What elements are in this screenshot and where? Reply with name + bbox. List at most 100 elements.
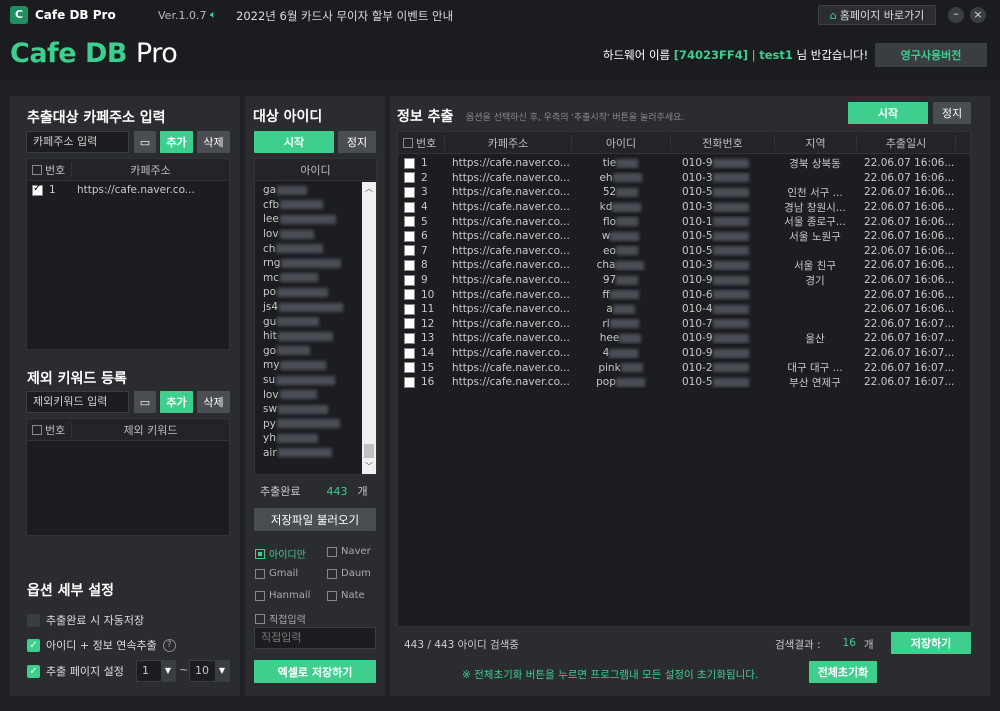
table-row[interactable]: 9 https://cafe.naver.co... 97 010-9 경기 22.06.… xyxy=(398,273,970,288)
cafe-delete-button[interactable]: 삭제 xyxy=(197,131,230,153)
id-scrollbar[interactable]: ︿ ﹀ xyxy=(362,182,376,474)
list-item[interactable]: mc xyxy=(263,271,376,286)
save-button[interactable]: 저장하기 xyxy=(891,632,971,654)
list-item[interactable]: cfb xyxy=(263,198,376,213)
list-item[interactable]: gu xyxy=(263,314,376,329)
radio-id-only-box[interactable] xyxy=(255,548,265,559)
list-item[interactable]: rng xyxy=(263,256,376,271)
list-item[interactable]: lov xyxy=(263,227,376,242)
close-icon[interactable]: × xyxy=(970,7,986,23)
option-page-range[interactable]: ✓ 추출 페이지 설정 xyxy=(27,663,124,679)
radio-naver[interactable]: Naver xyxy=(327,546,371,557)
autosave-checkbox[interactable] xyxy=(27,613,40,627)
license-badge[interactable]: 영구사용버전 xyxy=(875,43,987,67)
radio-direct[interactable]: 직접입력 xyxy=(255,611,306,626)
table-row[interactable]: 1 https://cafe.naver.co... tie 010-9 경북 상북동 2… xyxy=(398,156,970,171)
page-range-checkbox[interactable]: ✓ xyxy=(27,664,40,678)
option-continuous[interactable]: ✓ 아이디 + 정보 연속추출 ? xyxy=(27,637,176,653)
row-checkbox[interactable] xyxy=(404,332,415,344)
load-file-button[interactable]: 저장파일 불러오기 xyxy=(254,508,376,531)
info-start-button[interactable]: 시작 xyxy=(848,102,928,124)
row-checkbox[interactable] xyxy=(404,157,415,169)
row-checkbox[interactable] xyxy=(404,274,415,286)
radio-hanmail-box[interactable] xyxy=(255,590,265,601)
table-row[interactable]: 16 https://cafe.naver.co... pop 010-5 부산 연제구… xyxy=(398,375,970,390)
table-row[interactable]: 11 https://cafe.naver.co... a 010-4 22.06.07… xyxy=(398,302,970,317)
cafe-url-input[interactable]: 카페주소 입력 xyxy=(26,131,129,153)
radio-daum[interactable]: Daum xyxy=(327,568,371,579)
row-checkbox[interactable] xyxy=(404,245,415,257)
table-row[interactable]: 1 https://cafe.naver.co... xyxy=(27,183,229,198)
scroll-up-icon[interactable]: ︿ xyxy=(362,182,376,196)
scroll-thumb[interactable] xyxy=(364,444,374,458)
list-item[interactable]: ch xyxy=(263,241,376,256)
table-row[interactable]: 6 https://cafe.naver.co... w 010-5 서울 노원구 22.… xyxy=(398,229,970,244)
list-item[interactable]: hit xyxy=(263,329,376,344)
speaker-icon[interactable]: 🔈︎ xyxy=(210,8,217,22)
cafe-select-all[interactable] xyxy=(32,164,42,175)
list-item[interactable]: su xyxy=(263,373,376,388)
row-checkbox[interactable] xyxy=(404,347,415,359)
folder-icon[interactable]: ▭ xyxy=(134,391,156,413)
radio-hanmail[interactable]: Hanmail xyxy=(255,590,310,601)
page-from-select[interactable]: 1 ▼ xyxy=(136,660,176,682)
row-checkbox[interactable] xyxy=(32,183,43,196)
list-item[interactable]: lee xyxy=(263,212,376,227)
list-item[interactable]: yh xyxy=(263,431,376,446)
list-item[interactable]: sw xyxy=(263,402,376,417)
scroll-down-icon[interactable]: ﹀ xyxy=(362,460,376,474)
radio-nate[interactable]: Nate xyxy=(327,590,365,601)
radio-gmail[interactable]: Gmail xyxy=(255,568,298,579)
direct-input[interactable]: 직접입력 xyxy=(254,627,376,649)
list-item[interactable]: my xyxy=(263,358,376,373)
page-to-select[interactable]: 10 ▼ xyxy=(189,660,230,682)
keyword-add-button[interactable]: 추가 xyxy=(160,391,193,413)
radio-naver-box[interactable] xyxy=(327,546,337,557)
keyword-input[interactable]: 제외키워드 입력 xyxy=(26,391,129,413)
notice-link[interactable]: 2022년 6월 카드사 무이자 할부 이벤트 안내 xyxy=(236,8,453,24)
list-item[interactable]: lov xyxy=(263,387,376,402)
homepage-button[interactable]: ⌂ 홈페이지 바로가기 xyxy=(818,5,936,25)
table-row[interactable]: 2 https://cafe.naver.co... eh 010-3 22.06.07… xyxy=(398,171,970,186)
radio-direct-box[interactable] xyxy=(255,613,265,624)
keyword-delete-button[interactable]: 삭제 xyxy=(197,391,230,413)
row-checkbox[interactable] xyxy=(404,303,415,315)
minimize-icon[interactable]: – xyxy=(948,7,964,23)
id-stop-button[interactable]: 정지 xyxy=(338,131,376,153)
row-checkbox[interactable] xyxy=(404,216,415,228)
row-checkbox[interactable] xyxy=(404,230,415,242)
table-row[interactable]: 14 https://cafe.naver.co... 4 010-9 22.06.07… xyxy=(398,346,970,361)
radio-gmail-box[interactable] xyxy=(255,568,265,579)
excel-save-button[interactable]: 엑셀로 저장하기 xyxy=(254,660,376,683)
list-item[interactable]: air xyxy=(263,446,376,461)
row-checkbox[interactable] xyxy=(404,186,415,198)
table-row[interactable]: 13 https://cafe.naver.co... hee 010-9 울산 22.0… xyxy=(398,331,970,346)
table-row[interactable]: 5 https://cafe.naver.co... flo 010-1 서울 종로구.… xyxy=(398,214,970,229)
radio-nate-box[interactable] xyxy=(327,590,337,601)
list-item[interactable]: py xyxy=(263,417,376,432)
row-checkbox[interactable] xyxy=(404,259,415,271)
id-start-button[interactable]: 시작 xyxy=(254,131,334,153)
list-item[interactable]: po xyxy=(263,285,376,300)
reset-all-button[interactable]: 전체초기화 xyxy=(809,661,877,683)
table-row[interactable]: 10 https://cafe.naver.co... ff 010-6 22.06.0… xyxy=(398,287,970,302)
row-checkbox[interactable] xyxy=(404,376,415,388)
table-row[interactable]: 15 https://cafe.naver.co... pink 010-2 대구 대구… xyxy=(398,360,970,375)
table-row[interactable]: 8 https://cafe.naver.co... cha 010-3 서울 친구 22… xyxy=(398,258,970,273)
row-checkbox[interactable] xyxy=(404,289,415,301)
result-select-all[interactable] xyxy=(403,137,413,148)
row-checkbox[interactable] xyxy=(404,201,415,213)
info-stop-button[interactable]: 정지 xyxy=(933,102,971,124)
row-checkbox[interactable] xyxy=(404,172,415,184)
row-checkbox[interactable] xyxy=(404,362,415,374)
radio-daum-box[interactable] xyxy=(327,568,337,579)
folder-icon[interactable]: ▭ xyxy=(134,131,156,153)
list-item[interactable]: js4 xyxy=(263,300,376,315)
table-row[interactable]: 7 https://cafe.naver.co... eo 010-5 22.06.07… xyxy=(398,244,970,259)
row-checkbox[interactable] xyxy=(404,318,415,330)
keyword-select-all[interactable] xyxy=(32,424,42,435)
continuous-checkbox[interactable]: ✓ xyxy=(27,638,40,652)
list-item[interactable]: go xyxy=(263,344,376,359)
radio-id-only[interactable]: 아이디만 xyxy=(255,546,306,561)
help-icon[interactable]: ? xyxy=(162,638,176,652)
